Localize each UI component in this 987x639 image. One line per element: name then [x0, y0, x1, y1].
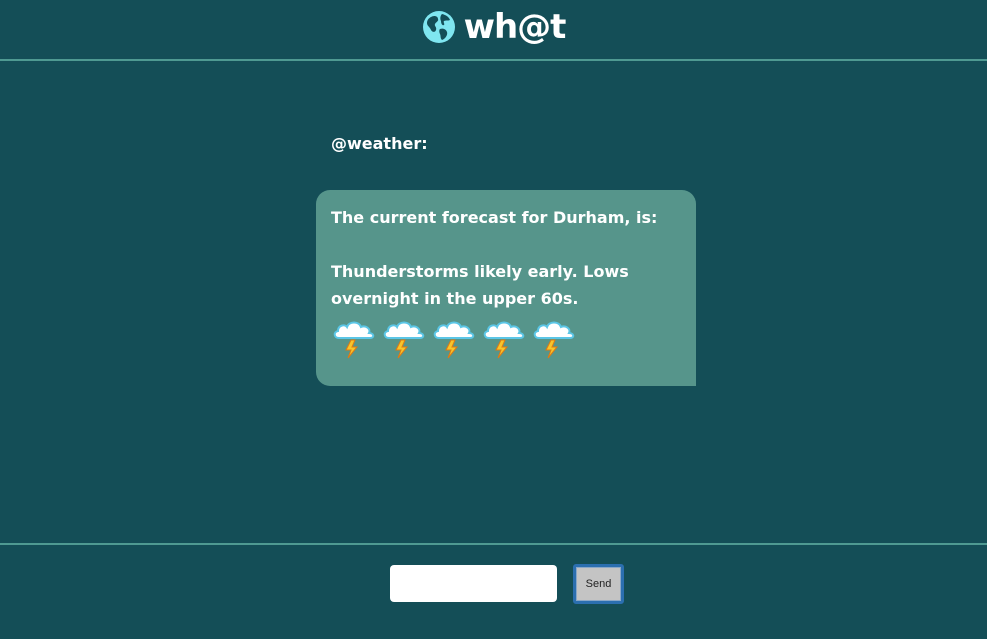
message-sender: @weather: [331, 134, 428, 153]
message-bubble: The current forecast for Durham, is: Thu… [316, 190, 696, 386]
app-header: wh@t [0, 0, 987, 61]
send-button[interactable]: Send [573, 564, 624, 604]
brand: wh@t [422, 7, 566, 47]
thunderstorm-icon [433, 321, 475, 359]
thunderstorm-icon [533, 321, 575, 359]
weather-icons [331, 316, 681, 360]
globe-icon [422, 10, 455, 43]
thunderstorm-icon [383, 321, 425, 359]
message-input[interactable] [390, 565, 557, 602]
thunderstorm-icon [333, 321, 375, 359]
message-line-1: The current forecast for Durham, is: [331, 208, 658, 227]
thunderstorm-icon [483, 321, 525, 359]
composer-bar: Send [0, 543, 987, 639]
app-title: wh@t [463, 6, 567, 47]
message-line-2: Thunderstorms likely early. Lows overnig… [331, 262, 629, 308]
